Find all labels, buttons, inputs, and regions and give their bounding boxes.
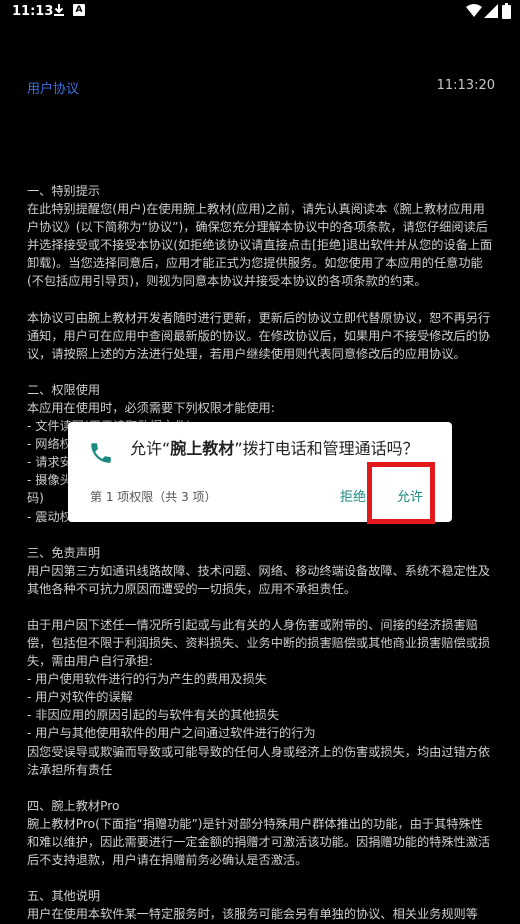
section-body: 由于用户因下述任一情况所引起或与此有关的人身伤害或附带的、间接的经济损害赔偿，包…: [27, 617, 491, 777]
permission-count: 第 1 项权限（共 3 项）: [90, 490, 217, 504]
dialog-title: 允许“腕上教材”拨打电话和管理通话吗？: [130, 438, 440, 460]
agreement-section: 四、腕上教材Pro 腕上教材Pro(下面指“捐赠功能”)是针对部分特殊用户群体推出…: [27, 797, 495, 869]
section-body: 在此特别提醒您(用户)在使用腕上教材(应用)之前，请先认真阅读本《腕上教材应用用…: [27, 202, 493, 289]
screen: 11:13 A 用户协议 11:13:20 一、特别提示在此特别提醒您(用户)在…: [0, 0, 520, 924]
section-body: 用户在使用本软件某一特定服务时，该服务可能会另有单独的协议、相关业务规则等（以下…: [27, 907, 478, 922]
section-heading: 三、免责声明: [27, 545, 101, 560]
agreement-section: 本协议可由腕上教材开发者随时进行更新，更新后的协议立即代替原协议，恕不再另行通知…: [27, 309, 495, 363]
deny-button[interactable]: 拒绝: [340, 486, 366, 505]
section-heading: 四、腕上教材Pro: [27, 798, 120, 813]
agreement-section: 三、免责声明用户因第三方如通讯线路故障、技术问题、网络、移动终端设备故障、系统不…: [27, 544, 495, 598]
page-title: 用户协议: [27, 82, 80, 97]
signal-icon: [484, 4, 498, 18]
section-body: 本协议可由腕上教材开发者随时进行更新，更新后的协议立即代替原协议，恕不再另行通知…: [27, 310, 491, 361]
section-heading: 一、特别提示: [27, 184, 101, 198]
dialog-app-name: 腕上教材: [170, 439, 235, 458]
phone-icon: [91, 443, 111, 463]
status-time: 11:13: [12, 4, 54, 19]
agreement-section: 由于用户因下述任一情况所引起或与此有关的人身伤害或附带的、间接的经济损害赔偿，包…: [27, 616, 495, 779]
download-icon: [54, 4, 64, 16]
section-heading: 五、其他说明: [27, 889, 101, 904]
agreement-section: 一、特别提示在此特别提醒您(用户)在使用腕上教材(应用)之前，请先认真阅读本《腕…: [27, 182, 495, 291]
agreement-section: 五、其他说明用户在使用本软件某一特定服务时，该服务可能会另有单独的协议、相关业务…: [27, 887, 495, 924]
agreement-text: 一、特别提示在此特别提醒您(用户)在使用腕上教材(应用)之前，请先认真阅读本《腕…: [27, 182, 495, 924]
status-bar: 11:13 A: [0, 0, 520, 24]
section-heading: 二、权限使用: [27, 382, 101, 397]
dialog-title-prefix: 允许“: [130, 439, 171, 458]
dialog-title-suffix: ”拨打电话和管理通话吗？: [234, 439, 419, 458]
notification-a-icon: A: [73, 4, 85, 16]
wifi-icon: [466, 4, 482, 17]
battery-icon: [502, 3, 511, 19]
app-header: 用户协议 11:13:20: [0, 78, 520, 100]
allow-highlight-box: [367, 462, 435, 524]
section-body: 用户因第三方如通讯线路故障、技术问题、网络、移动终端设备故障、系统不稳定性及其他…: [27, 563, 491, 596]
section-body: 腕上教材Pro(下面指“捐赠功能”)是针对部分特殊用户群体推出的功能，由于其特殊…: [27, 816, 491, 867]
header-clock: 11:13:20: [436, 78, 495, 93]
